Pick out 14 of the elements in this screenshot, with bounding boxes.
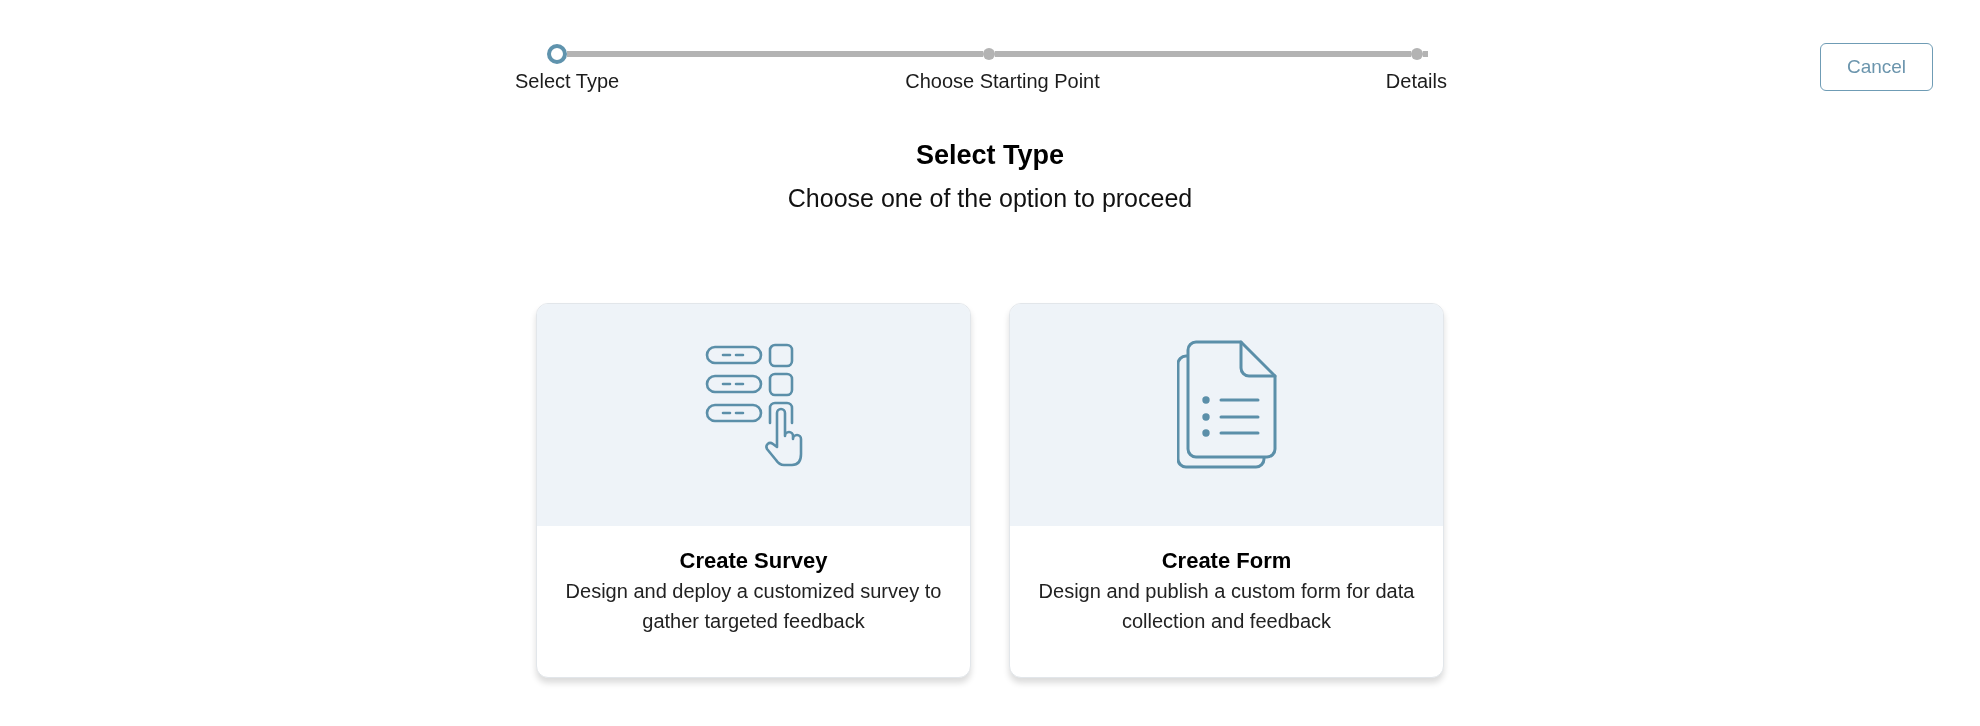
option-title: Create Survey (679, 547, 828, 575)
step-label: Details (1385, 69, 1447, 93)
step-connector (1423, 51, 1428, 57)
page-subtitle: Choose one of the option to proceed (787, 183, 1193, 214)
step-label: Select Type (515, 69, 620, 93)
option-description: Design and deploy a customized survey to gather targeted feedback (564, 579, 943, 634)
option-card[interactable]: Create Survey Design and deploy a customized survey to gather targeted feedback (536, 303, 971, 678)
survey-list-icon (704, 342, 803, 468)
document-stack-icon (1176, 340, 1277, 470)
option-card[interactable]: Create Form Design and publish a custom form for data collection and feedback (1009, 303, 1444, 678)
option-description: Design and publish a custom form for data collection and feedback (1037, 579, 1416, 634)
step-label: Choose Starting Point (905, 69, 1100, 93)
page-title: Select Type (915, 139, 1065, 172)
option-title: Create Form (1161, 547, 1292, 575)
